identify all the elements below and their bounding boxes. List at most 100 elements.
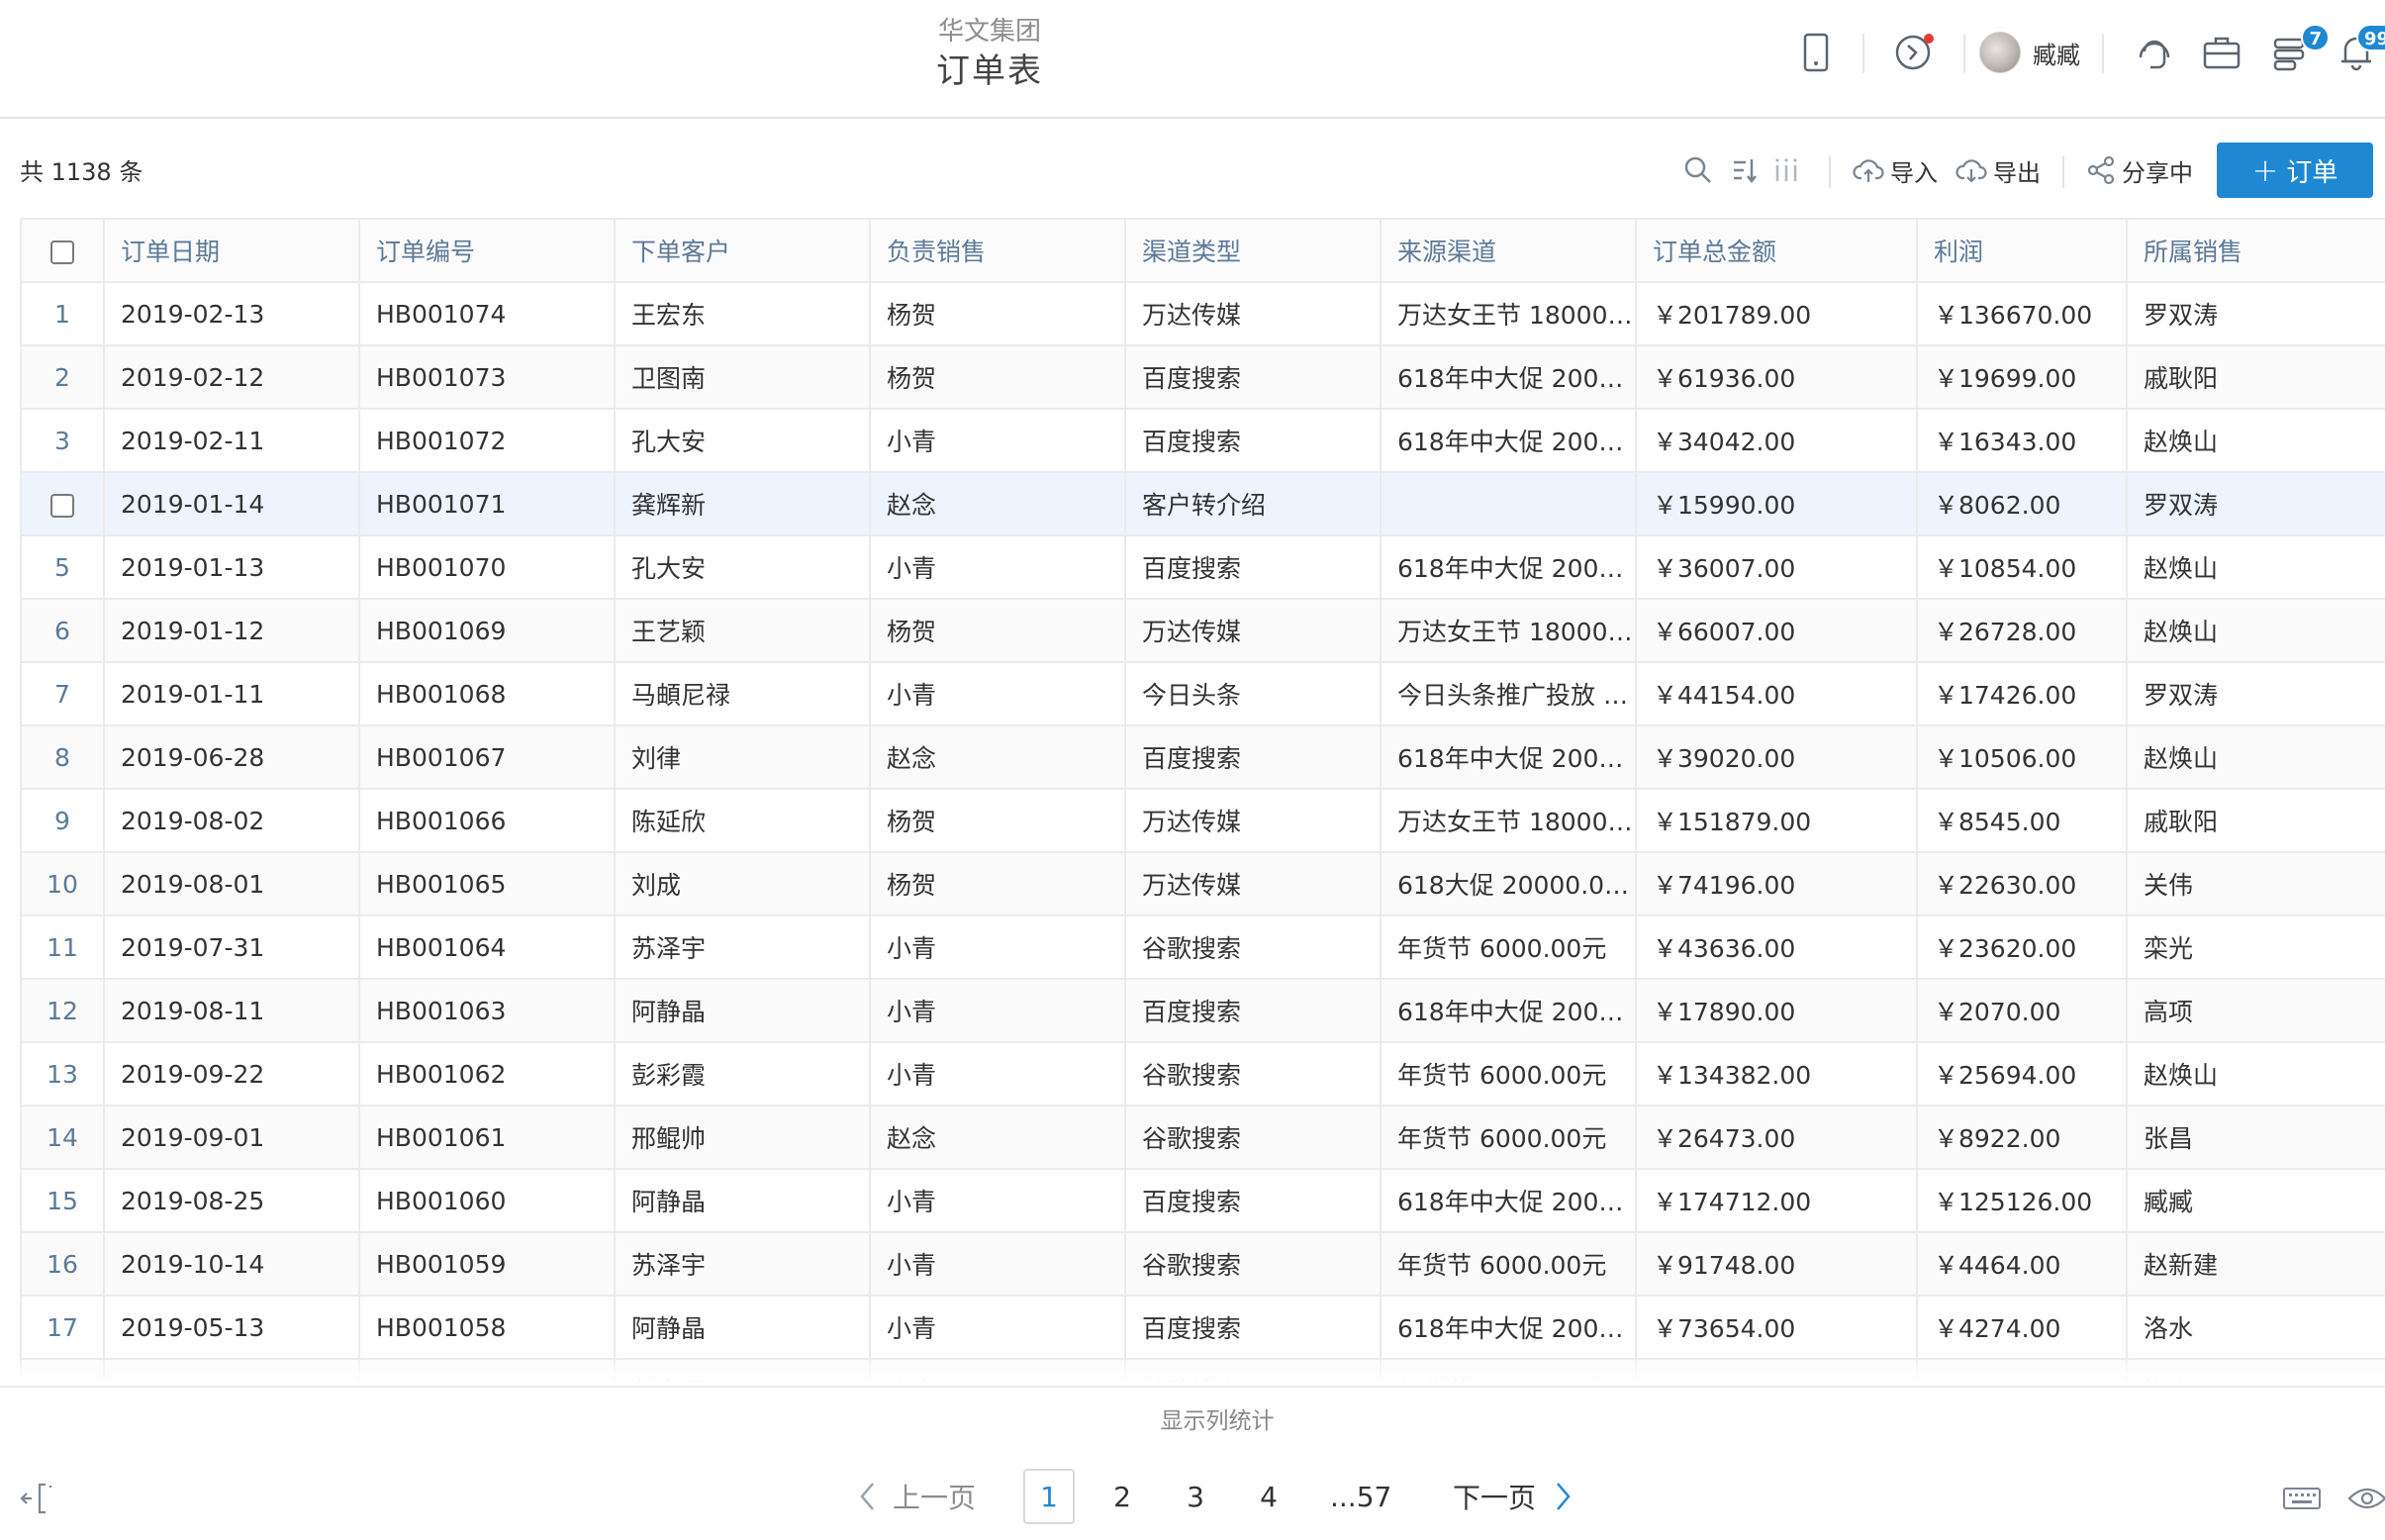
table-row[interactable]: 3 2019-02-11 HB001072 孔大安 小青 百度搜索 618年中大促 2000… <box>20 408 2385 473</box>
compass-icon[interactable] <box>1888 30 1938 75</box>
briefcase-icon[interactable] <box>2197 30 2246 75</box>
table-cell: 618年中大促 20000.00元 <box>1380 1168 1637 1233</box>
table-cell: 2019-01-11 <box>103 661 360 726</box>
column-header[interactable]: 所属销售 <box>2126 218 2385 283</box>
table-cell: 年货节 6000.00元 <box>1380 1041 1637 1107</box>
column-header[interactable]: 渠道类型 <box>1124 218 1382 283</box>
column-header[interactable]: 利润 <box>1916 218 2128 283</box>
table-row[interactable]: 16 2019-10-14 HB001059 苏泽宇 小青 谷歌搜索 年货节 6000.00… <box>20 1231 2385 1297</box>
table-cell: HB001065 <box>358 851 616 916</box>
table-cell: 618年中大促 20000.00元 <box>1380 978 1637 1043</box>
messages-badge: 7 <box>2301 24 2330 51</box>
unread-dot <box>1924 34 1934 44</box>
table-cell: 栾光 <box>2126 914 2385 980</box>
keyboard-icon[interactable] <box>2282 1485 2322 1516</box>
row-number: 5 <box>20 534 105 600</box>
table-cell: 万达女王节 18000.00元 <box>1380 788 1637 853</box>
import-button[interactable]: 导入 <box>1853 150 1938 190</box>
table-cell: 618年中大促 20000.00元 <box>1380 408 1637 473</box>
table-row[interactable]: 14 2019-09-01 HB001061 邢鲲帅 赵念 谷歌搜索 年货节 6000.00… <box>20 1105 2385 1170</box>
table-cell: 2019-06-28 <box>103 724 360 790</box>
table-cell: ￥17426.00 <box>1916 661 2128 726</box>
share-button[interactable]: 分享中 <box>2086 150 2193 190</box>
messages-icon[interactable]: 7 <box>2264 24 2330 75</box>
columns-icon[interactable] <box>1773 150 1805 190</box>
table-cell: ￥8922.00 <box>1916 1105 2128 1170</box>
table-cell: 杨贺 <box>869 281 1126 346</box>
table-row[interactable]: 10 2019-08-01 HB001065 刘成 杨贺 万达传媒 618大促 20000.… <box>20 851 2385 916</box>
column-header[interactable]: 订单总金额 <box>1635 218 1918 283</box>
table-row[interactable]: 5 2019-01-13 HB001070 孔大安 小青 百度搜索 618年中大促 2000… <box>20 534 2385 600</box>
table-cell: 2019-08-25 <box>103 1168 360 1233</box>
column-header[interactable]: 订单编号 <box>358 218 616 283</box>
top-icon-bar: 臧臧 7 99 <box>1762 0 2385 119</box>
export-button[interactable]: 导出 <box>1956 150 2041 190</box>
table-cell: ￥4274.00 <box>1916 1295 2128 1360</box>
table-cell: 618年中大促 20000.00元 <box>1380 344 1637 410</box>
table-cell: 小青 <box>869 1041 1126 1107</box>
table-cell: 百度搜索 <box>1124 724 1382 790</box>
table-row[interactable]: 11 2019-07-31 HB001064 苏泽宇 小青 谷歌搜索 年货节 6000.00… <box>20 914 2385 980</box>
table-header-row: 订单日期 订单编号 下单客户 负责销售 渠道类型 来源渠道 订单总金额 利润 所… <box>20 218 2385 283</box>
table-row[interactable]: 1 2019-02-13 HB001074 王宏东 杨贺 万达传媒 万达女王节 18000.… <box>20 281 2385 346</box>
table-cell: 年货节 6000.00元 <box>1380 1231 1637 1297</box>
page-1[interactable]: 1 <box>1023 1469 1075 1524</box>
page-4[interactable]: 4 <box>1243 1469 1294 1524</box>
table-cell: ￥19699.00 <box>1916 344 2128 410</box>
table-row[interactable]: 17 2019-05-13 HB001058 阿静晶 小青 百度搜索 618年中大促 200… <box>20 1295 2385 1360</box>
table-cell: 龚辉新 <box>614 471 871 536</box>
table-cell: 刘律 <box>614 724 871 790</box>
column-header[interactable]: 来源渠道 <box>1380 218 1637 283</box>
table-row[interactable]: 9 2019-08-02 HB001066 陈延欣 杨贺 万达传媒 万达女王节 18000.… <box>20 788 2385 853</box>
row-checkbox[interactable] <box>20 471 105 536</box>
table-cell: 谷歌搜索 <box>1124 1105 1382 1170</box>
column-header[interactable]: 负责销售 <box>869 218 1126 283</box>
column-header[interactable]: 订单日期 <box>103 218 360 283</box>
table-cell: 谷歌搜索 <box>1124 1041 1382 1107</box>
table-cell: ￥36007.00 <box>1635 534 1918 600</box>
record-count: 共 1138 条 <box>20 158 143 186</box>
bell-icon[interactable]: 99 <box>2332 24 2385 75</box>
table-row[interactable]: 15 2019-08-25 HB001060 阿静晶 小青 百度搜索 618年中大促 200… <box>20 1168 2385 1233</box>
table-cell: 阿静晶 <box>614 978 871 1043</box>
user-menu[interactable]: 臧臧 <box>1975 30 2084 75</box>
sort-icon[interactable] <box>1730 150 1765 190</box>
table-cell: ￥26728.00 <box>1916 598 2128 663</box>
table-cell: 邢鲲帅 <box>614 1105 871 1170</box>
table-row[interactable]: 6 2019-01-12 HB001069 王艺颖 杨贺 万达传媒 万达女王节 18000.… <box>20 598 2385 663</box>
prev-page-button[interactable]: 上一页 <box>857 1469 976 1524</box>
table-cell: 赵焕山 <box>2126 724 2385 790</box>
table-row[interactable]: 2 2019-02-12 HB001073 卫图南 杨贺 百度搜索 618年中大促 2000… <box>20 344 2385 410</box>
headset-icon[interactable] <box>2130 30 2179 75</box>
table-cell: 百度搜索 <box>1124 1295 1382 1360</box>
column-header[interactable]: 下单客户 <box>614 218 871 283</box>
next-page-button[interactable]: 下一页 <box>1453 1469 1574 1524</box>
select-all-checkbox[interactable] <box>20 218 105 283</box>
mobile-icon[interactable] <box>1791 30 1841 75</box>
table-row[interactable]: 7 2019-01-11 HB001068 马頔尼禄 小青 今日头条 今日头条推广投放 15… <box>20 661 2385 726</box>
table-row[interactable]: 13 2019-09-22 HB001062 彭彩霞 小青 谷歌搜索 年货节 6000.00… <box>20 1041 2385 1107</box>
table-cell: ￥26473.00 <box>1635 1105 1918 1170</box>
row-number: 14 <box>20 1105 105 1170</box>
table-row[interactable]: 8 2019-06-28 HB001067 刘律 赵念 百度搜索 618年中大促 20000… <box>20 724 2385 790</box>
table-row[interactable]: 12 2019-08-11 HB001063 阿静晶 小青 百度搜索 618年中大促 200… <box>20 978 2385 1043</box>
search-icon[interactable] <box>1682 150 1720 190</box>
eye-icon[interactable] <box>2347 1485 2385 1516</box>
table-row[interactable]: 2019-01-14 HB001071 龚辉新 赵念 客户转介绍 ￥15990.00 ￥80… <box>20 471 2385 536</box>
divider <box>2102 34 2104 73</box>
table-cell: 苏泽宇 <box>614 914 871 980</box>
table-cell: 戚耿阳 <box>2126 344 2385 410</box>
table-cell: 苏泽宇 <box>614 1231 871 1297</box>
page-3[interactable]: 3 <box>1170 1469 1221 1524</box>
add-order-button[interactable]: + 订单 <box>2217 143 2373 198</box>
column-stats-toggle[interactable]: 显示列统计 <box>0 1386 2385 1455</box>
app-title: 华文集团 订单表 <box>0 14 1979 93</box>
page-last[interactable]: ...57 <box>1330 1469 1391 1524</box>
page-2[interactable]: 2 <box>1097 1469 1148 1524</box>
table-cell: 2019-05-13 <box>103 1295 360 1360</box>
table-cell: 戚耿阳 <box>2126 788 2385 853</box>
prev-page-label: 上一页 <box>893 1482 977 1514</box>
table-cell: 赵焕山 <box>2126 408 2385 473</box>
row-number: 8 <box>20 724 105 790</box>
table-cell: 谷歌搜索 <box>1124 914 1382 980</box>
